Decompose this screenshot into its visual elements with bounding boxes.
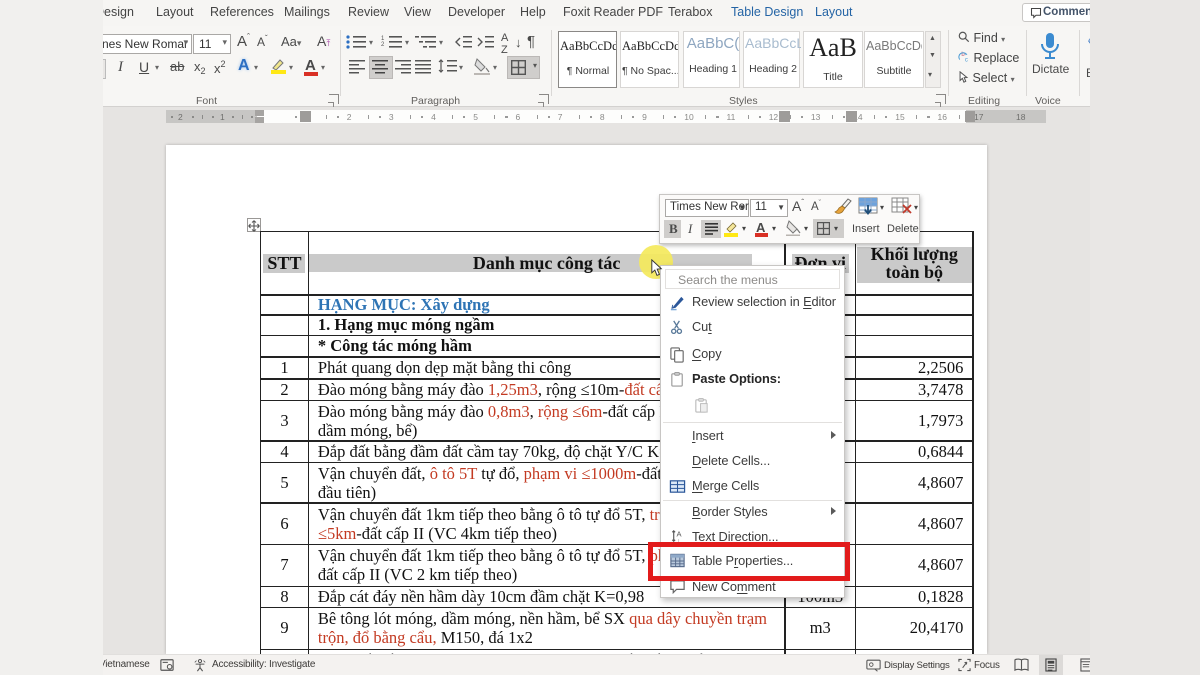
svg-text:A: A	[677, 530, 683, 539]
svg-text:2: 2	[381, 42, 385, 48]
svg-text:c: c	[965, 57, 968, 63]
